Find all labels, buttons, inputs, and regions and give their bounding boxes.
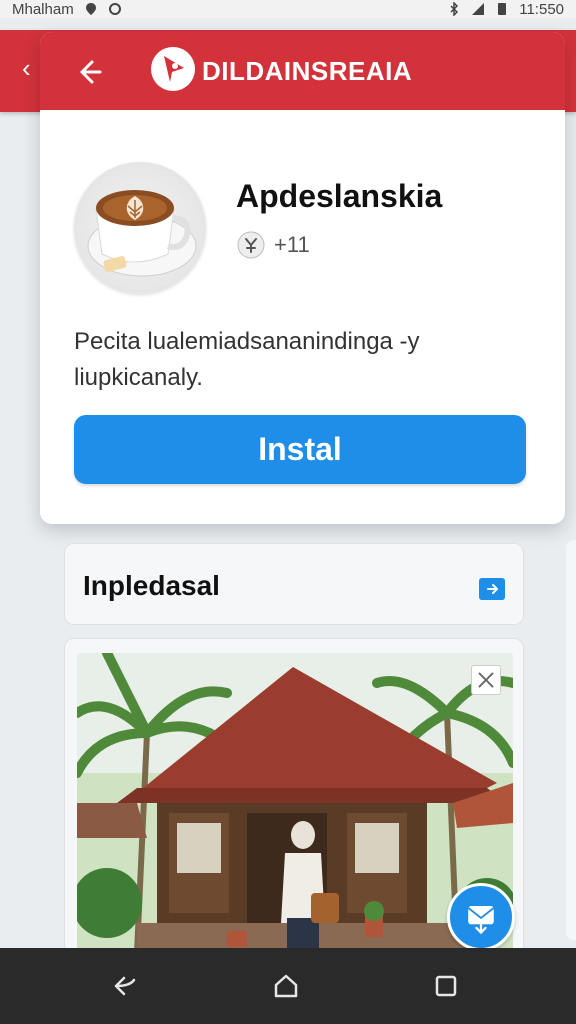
- brand-logo-icon: [151, 47, 195, 91]
- section-title: Inpledasal: [83, 570, 220, 601]
- app-icon: [74, 162, 206, 294]
- bluetooth-icon: [450, 2, 459, 16]
- carrier-label: Mhalham: [12, 0, 74, 18]
- rating-icon: [237, 231, 265, 259]
- app-name: Apdeslanskia: [236, 178, 443, 214]
- notification-icon: [108, 3, 121, 15]
- app-meta-value: +11: [274, 232, 310, 257]
- status-right: 11:550: [447, 1, 564, 18]
- nav-home-icon[interactable]: [270, 970, 302, 1002]
- close-icon[interactable]: [471, 665, 501, 695]
- location-icon: [85, 3, 96, 15]
- system-nav-bar: [0, 948, 576, 1024]
- nav-back-icon[interactable]: [110, 970, 142, 1002]
- signal-icon: [472, 3, 485, 15]
- install-button[interactable]: Instal: [74, 415, 526, 484]
- app-description: Pecita lualemiadsananindinga -y liupkica…: [74, 328, 420, 391]
- status-bar: Mhalham 11:550: [0, 0, 576, 18]
- clock: 11:550: [519, 0, 564, 18]
- coffee-cup-icon: [87, 190, 197, 277]
- ad-card[interactable]: [64, 638, 524, 958]
- arrow-left-icon[interactable]: [70, 54, 106, 90]
- install-dialog: DILDAINSREAIA Apdeslanskia +11 Pecita lu…: [40, 32, 565, 524]
- arrow-right-icon[interactable]: [479, 578, 505, 600]
- nav-recents-icon[interactable]: [430, 970, 462, 1002]
- mail-download-icon[interactable]: [447, 883, 515, 951]
- dialog-header: DILDAINSREAIA: [40, 32, 565, 110]
- battery-icon: [498, 3, 507, 15]
- background-card-peek: [566, 540, 576, 940]
- section-row[interactable]: Inpledasal: [64, 543, 524, 625]
- status-left: Mhalham: [12, 1, 122, 18]
- app-meta: +11: [236, 230, 310, 260]
- brand-name: DILDAINSREAIA: [202, 56, 413, 86]
